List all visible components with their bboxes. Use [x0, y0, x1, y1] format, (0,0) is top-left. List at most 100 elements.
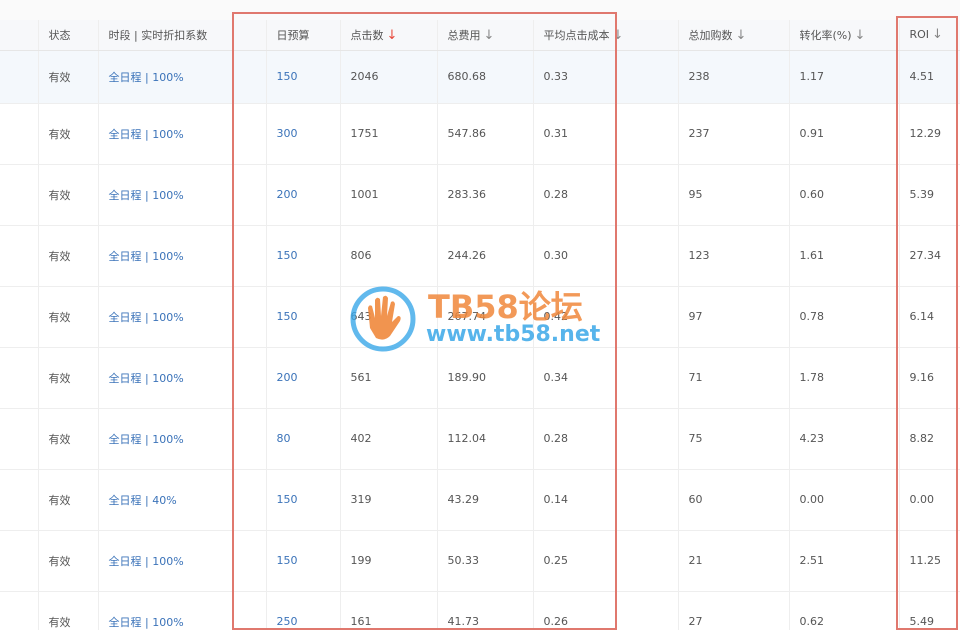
- col-header-budget: 日预算: [265, 20, 340, 51]
- cell-clicks: 319: [339, 469, 437, 530]
- period-link[interactable]: 全日程: [109, 128, 142, 141]
- budget-link[interactable]: 150: [277, 249, 298, 262]
- cell-budget[interactable]: 150: [265, 50, 340, 103]
- cell-roi: 9.16: [898, 347, 960, 408]
- period-link[interactable]: 全日程: [109, 433, 142, 446]
- period-separator: |: [141, 615, 153, 629]
- period-link[interactable]: 全日程: [109, 494, 142, 507]
- discount-link[interactable]: 100%: [152, 311, 183, 324]
- cell-cvr: 4.23: [788, 408, 899, 469]
- cell-clicks: 402: [339, 408, 437, 469]
- budget-link[interactable]: 150: [277, 493, 298, 506]
- col-header-cvr[interactable]: 转化率(%) ↓: [788, 20, 899, 51]
- budget-link[interactable]: 300: [277, 127, 298, 140]
- cell-cpc: 0.34: [532, 347, 678, 408]
- cell-budget[interactable]: 250: [265, 591, 340, 630]
- sort-down-icon[interactable]: ↓: [387, 28, 398, 43]
- sort-down-icon[interactable]: ↓: [736, 28, 747, 43]
- budget-link[interactable]: 150: [277, 310, 298, 323]
- budget-link[interactable]: 200: [277, 371, 298, 384]
- period-link[interactable]: 全日程: [109, 250, 142, 263]
- cell-status: 有效: [37, 408, 98, 469]
- cell-budget[interactable]: 150: [265, 286, 340, 347]
- table-header-row: 状态 时段 | 实时折扣系数 日预算 点击数 ↓ 总费用 ↓ 平均点击成本 ↓ 总加购…: [0, 20, 960, 51]
- period-link[interactable]: 全日程: [109, 189, 142, 202]
- period-separator: |: [141, 371, 153, 385]
- sort-down-icon[interactable]: ↓: [855, 28, 866, 43]
- discount-link[interactable]: 100%: [152, 71, 183, 84]
- cell-roi: 4.51: [898, 50, 960, 103]
- period-separator: |: [141, 249, 153, 263]
- row-spacer: [0, 103, 38, 164]
- cell-cpc: 0.42: [532, 286, 678, 347]
- top-strip: [0, 0, 960, 20]
- discount-link[interactable]: 100%: [152, 189, 183, 202]
- cell-cost: 283.36: [436, 164, 533, 225]
- discount-link[interactable]: 100%: [152, 372, 183, 385]
- cell-period: 全日程 | 100%: [97, 347, 266, 408]
- cell-cvr: 1.17: [788, 50, 899, 103]
- cell-budget[interactable]: 150: [265, 530, 340, 591]
- sort-down-icon[interactable]: ↓: [613, 28, 624, 43]
- period-separator: |: [141, 70, 153, 84]
- period-link[interactable]: 全日程: [109, 372, 142, 385]
- row-spacer: [0, 469, 38, 530]
- budget-link[interactable]: 200: [277, 188, 298, 201]
- row-spacer: [0, 347, 38, 408]
- row-spacer: [0, 408, 38, 469]
- cell-cpc: 0.25: [532, 530, 678, 591]
- period-link[interactable]: 全日程: [109, 311, 142, 324]
- discount-link[interactable]: 100%: [152, 616, 183, 629]
- cell-period: 全日程 | 100%: [97, 408, 266, 469]
- cell-cpc: 0.28: [532, 164, 678, 225]
- cell-status: 有效: [37, 591, 98, 630]
- cell-roi: 8.82: [898, 408, 960, 469]
- cell-cpc: 0.14: [532, 469, 678, 530]
- cell-roi: 6.14: [898, 286, 960, 347]
- cell-period: 全日程 | 100%: [97, 50, 266, 103]
- col-header-cart[interactable]: 总加购数 ↓: [677, 20, 789, 51]
- cell-status: 有效: [37, 469, 98, 530]
- col-header-roi[interactable]: ROI ↓: [898, 20, 960, 51]
- cell-budget[interactable]: 150: [265, 225, 340, 286]
- table-row: 有效 全日程 | 100% 150 199 50.33 0.25 21 2.51 11.25: [0, 530, 960, 591]
- budget-link[interactable]: 80: [277, 432, 291, 445]
- period-separator: |: [141, 310, 153, 324]
- period-link[interactable]: 全日程: [109, 71, 142, 84]
- cell-cvr: 1.78: [788, 347, 899, 408]
- discount-link[interactable]: 100%: [152, 250, 183, 263]
- period-link[interactable]: 全日程: [109, 616, 142, 629]
- cell-budget[interactable]: 150: [265, 469, 340, 530]
- cell-budget[interactable]: 300: [265, 103, 340, 164]
- cell-budget[interactable]: 80: [265, 408, 340, 469]
- cell-cpc: 0.33: [532, 50, 678, 103]
- cell-period: 全日程 | 100%: [97, 530, 266, 591]
- period-link[interactable]: 全日程: [109, 555, 142, 568]
- cell-cart: 60: [677, 469, 789, 530]
- sort-down-icon[interactable]: ↓: [484, 28, 495, 43]
- col-header-clicks[interactable]: 点击数 ↓: [339, 20, 437, 51]
- cell-status: 有效: [37, 530, 98, 591]
- discount-link[interactable]: 100%: [152, 433, 183, 446]
- period-separator: |: [141, 127, 153, 141]
- sort-down-icon[interactable]: ↓: [932, 27, 943, 42]
- cell-cart: 71: [677, 347, 789, 408]
- table-row: 有效 全日程 | 100% 300 1751 547.86 0.31 237 0.91 12.2…: [0, 103, 960, 164]
- col-header-cpc[interactable]: 平均点击成本 ↓: [532, 20, 678, 51]
- cell-budget[interactable]: 200: [265, 164, 340, 225]
- discount-link[interactable]: 100%: [152, 555, 183, 568]
- table-row: 有效 全日程 | 100% 200 1001 283.36 0.28 95 0.60 5.39: [0, 164, 960, 225]
- col-header-cost[interactable]: 总费用 ↓: [436, 20, 533, 51]
- budget-link[interactable]: 250: [277, 615, 298, 628]
- cell-status: 有效: [37, 164, 98, 225]
- period-separator: |: [141, 493, 153, 507]
- data-table: 状态 时段 | 实时折扣系数 日预算 点击数 ↓ 总费用 ↓ 平均点击成本 ↓ 总加购…: [0, 20, 960, 630]
- cell-budget[interactable]: 200: [265, 347, 340, 408]
- discount-link[interactable]: 100%: [152, 128, 183, 141]
- cell-status: 有效: [37, 50, 98, 103]
- budget-link[interactable]: 150: [277, 554, 298, 567]
- cell-roi: 12.29: [898, 103, 960, 164]
- budget-link[interactable]: 150: [277, 70, 298, 83]
- cell-status: 有效: [37, 225, 98, 286]
- discount-link[interactable]: 40%: [152, 494, 176, 507]
